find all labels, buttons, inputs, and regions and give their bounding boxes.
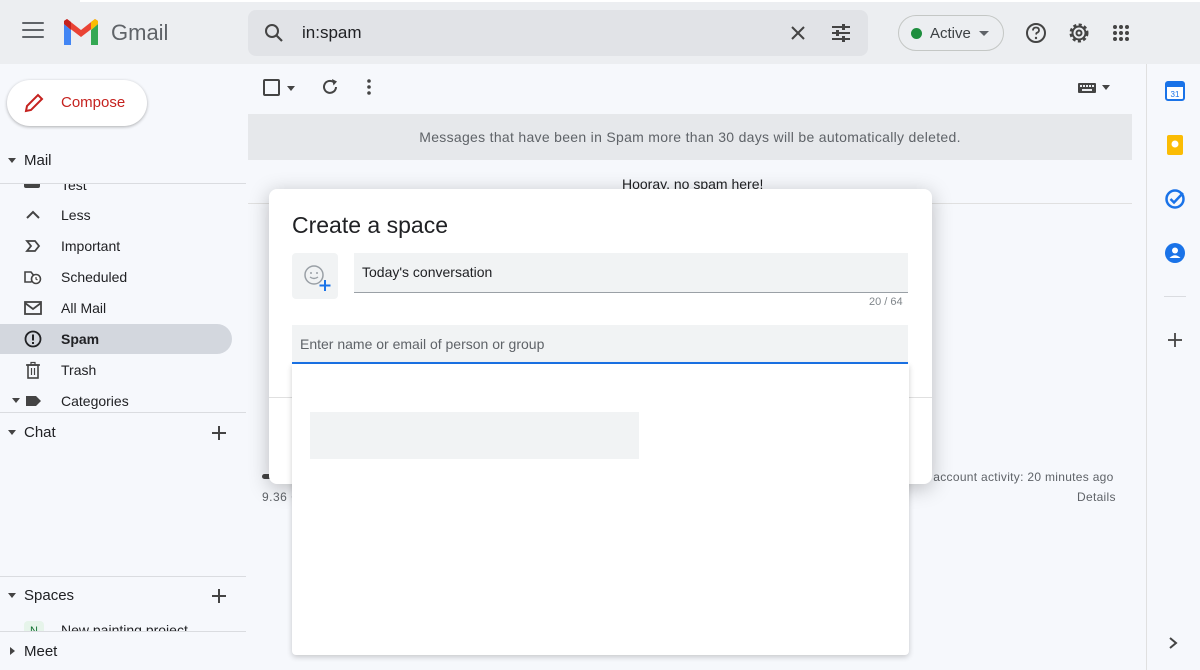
sidebar-item-label: Scheduled [61,269,128,285]
add-people-input[interactable]: Enter name or email of person or group [292,325,908,364]
search-input[interactable]: in:spam [302,23,362,43]
help-icon[interactable] [1025,22,1047,44]
caret-down-icon[interactable] [12,398,20,403]
expand-meet-icon[interactable] [10,647,15,655]
sidebar-item-label: Test [61,184,87,193]
svg-text:31: 31 [1171,90,1180,99]
add-space-icon[interactable] [211,588,227,604]
sidebar-item-test[interactable]: Test [0,184,232,198]
gear-icon[interactable] [1067,21,1091,45]
refresh-icon[interactable] [320,77,340,97]
select-caret-icon[interactable] [287,86,295,91]
emoji-picker-button[interactable] [292,253,338,299]
status-label: Active [930,25,971,42]
select-all-checkbox[interactable] [263,79,280,96]
chevron-right-icon[interactable] [1168,636,1178,650]
status-dot [911,28,922,39]
important-icon [25,240,41,252]
spam-banner-text: Messages that have been in Spam more tha… [419,129,961,145]
spam-icon [24,330,42,348]
apps-grid-icon[interactable] [1112,24,1130,42]
sidebar-item-trash[interactable]: Trash [0,355,232,385]
spaces-section-header[interactable]: Spaces [24,587,74,604]
compose-label: Compose [61,94,126,111]
meet-divider [0,631,246,632]
space-item-label: New painting project [61,622,188,631]
space-avatar: N [24,621,44,631]
pencil-icon [24,93,44,113]
top-strip [80,0,1200,2]
sidebar-item-label: Trash [61,362,97,378]
label-icon [24,184,40,188]
add-addon-icon[interactable] [1168,333,1182,347]
chevron-up-icon [26,210,40,219]
sidebar-item-spam[interactable]: Spam [0,324,232,354]
sidebar-item-less[interactable]: Less [0,200,232,230]
compose-button[interactable]: Compose [7,80,147,126]
space-name-input[interactable]: Today's conversation [354,253,908,293]
main-menu-icon[interactable] [22,22,44,42]
sidebar-item-all-mail[interactable]: All Mail [0,293,232,323]
add-people-placeholder: Enter name or email of person or group [300,336,545,352]
dialog-title: Create a space [292,212,448,238]
more-vert-icon[interactable] [359,77,379,97]
keep-icon[interactable] [1164,134,1186,156]
char-counter: 20 / 64 [869,296,903,308]
search-icon[interactable] [264,23,284,43]
mail-icon [24,301,42,315]
chat-section-header[interactable]: Chat [24,424,56,441]
collapse-chat-icon[interactable] [8,430,16,435]
categories-divider [0,412,246,413]
mail-section-header[interactable]: Mail [24,152,52,169]
meet-section-header[interactable]: Meet [24,643,57,660]
gmail-logo-icon[interactable] [62,18,100,48]
input-tools-caret-icon[interactable] [1102,85,1110,90]
collapse-spaces-icon[interactable] [8,593,16,598]
sidebar-item-label: All Mail [61,300,107,316]
sidebar-item-important[interactable]: Important [0,231,232,261]
label-icon [26,396,41,406]
space-item-painting[interactable]: N New painting project [0,618,246,631]
sidebar-item-label: Categories [61,393,129,409]
collapse-mail-icon[interactable] [8,158,16,163]
tasks-icon[interactable] [1164,188,1186,210]
details-link[interactable]: Details [1077,490,1116,504]
trash-icon [26,361,40,379]
space-name-value: Today's conversation [362,264,493,280]
status-selector[interactable]: Active [898,15,1004,51]
caret-down-icon [979,31,989,36]
gmail-brand[interactable]: Gmail [111,20,168,46]
sidebar-item-scheduled[interactable]: Scheduled [0,262,232,292]
spaces-divider [0,576,246,577]
spam-banner: Messages that have been in Spam more tha… [248,114,1132,160]
sidebar-item-label: Spam [61,331,100,347]
keyboard-icon[interactable] [1078,82,1096,94]
people-suggestions-dropdown[interactable] [292,364,909,655]
sidebar-item-label: Important [61,238,121,254]
close-icon[interactable] [789,24,807,42]
last-activity: t account activity: 20 minutes ago [926,470,1114,484]
suggestion-loading-placeholder [310,412,639,459]
add-chat-icon[interactable] [211,425,227,441]
contacts-icon[interactable] [1164,242,1186,264]
add-emoji-icon [304,265,331,291]
rail-divider [1164,296,1186,297]
filter-options-icon[interactable] [830,22,852,44]
scheduled-icon [24,271,42,285]
sidebar-item-label: Less [61,207,91,223]
calendar-icon[interactable]: 31 [1164,80,1186,102]
